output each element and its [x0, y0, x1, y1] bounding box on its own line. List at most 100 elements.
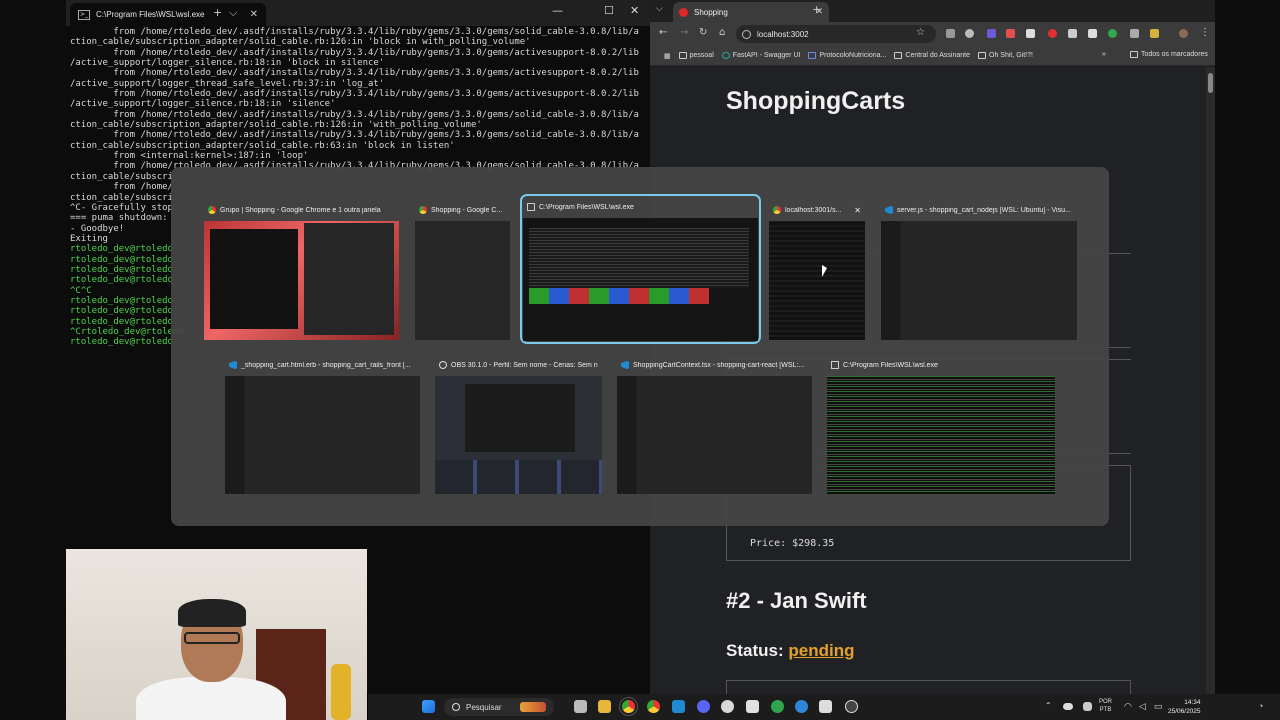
- back-icon[interactable]: ←: [659, 27, 667, 38]
- bookmark-central[interactable]: Central do Assinante: [894, 52, 970, 59]
- terminal-line: ction_cable/subscription_adapter/solid_c…: [70, 120, 482, 131]
- switcher-window-title: C:\Program Files\WSL\wsl.exe: [843, 361, 938, 369]
- close-icon[interactable]: ✕: [250, 9, 258, 20]
- volume-icon[interactable]: ◁: [1139, 702, 1146, 711]
- apps-grid-icon[interactable]: ▦: [664, 52, 671, 60]
- extension-icon[interactable]: [1108, 29, 1117, 38]
- chevron-up-icon[interactable]: ⌃: [1045, 702, 1052, 710]
- app-icon[interactable]: [746, 700, 759, 713]
- terminal-line: /active_support/logger_silence.rb:18:in …: [70, 58, 385, 69]
- all-bookmarks[interactable]: Todos os marcadores: [1130, 51, 1208, 58]
- chrome-icon: [419, 206, 427, 214]
- clock-time: 14:34: [1184, 699, 1201, 706]
- desktop-background-right: [1215, 0, 1280, 720]
- window-preview: [827, 376, 1055, 494]
- extension-icon[interactable]: [946, 29, 955, 38]
- tab-search-icon[interactable]: ⌵: [656, 4, 663, 14]
- address-bar[interactable]: localhost:3002: [736, 25, 936, 43]
- extension-icon[interactable]: [965, 29, 974, 38]
- mouse-cursor: [822, 265, 827, 277]
- scrollbar-thumb[interactable]: [1208, 73, 1213, 93]
- extension-icon[interactable]: [1048, 29, 1057, 38]
- terminal-icon[interactable]: [819, 700, 832, 713]
- minimize-button[interactable]: —: [552, 4, 563, 17]
- switcher-window-7[interactable]: ShoppingCartContext.tsx - shopping-cart-…: [617, 355, 812, 494]
- terminal-icon: [831, 361, 839, 369]
- window-preview: [523, 218, 758, 341]
- start-icon[interactable]: [422, 700, 435, 713]
- app-icon[interactable]: [721, 700, 734, 713]
- extension-icon[interactable]: [987, 29, 996, 38]
- switcher-window-2[interactable]: C:\Program Files\WSL\wsl.exe: [520, 194, 761, 344]
- edit-icon[interactable]: [1150, 29, 1159, 38]
- page-icon: [978, 52, 986, 59]
- notification-icon[interactable]: ◔: [1258, 702, 1263, 711]
- clock[interactable]: 14:34 25/06/2025: [1168, 698, 1201, 716]
- battery-icon[interactable]: ▭: [1154, 702, 1163, 711]
- browser-tab-shopping[interactable]: Shopping ✕: [673, 2, 829, 22]
- menu-dots-icon[interactable]: ⋮: [1200, 27, 1210, 38]
- bookmark-protocolo[interactable]: ProtocoloNutriciona...: [808, 52, 886, 59]
- close-icon[interactable]: ✕: [854, 206, 861, 215]
- switcher-window-4[interactable]: server.js - shopping_cart_nodejs [WSL: U…: [881, 200, 1077, 340]
- close-window-button[interactable]: ✕: [630, 4, 639, 17]
- taskbar-search[interactable]: Pesquisar: [444, 698, 554, 716]
- switcher-window-0[interactable]: Grupo | Shopping - Google Chrome e 1 out…: [204, 200, 399, 340]
- obs-icon[interactable]: [845, 700, 858, 713]
- terminal-line: ction_cable/subscription_adapter/solid_c…: [70, 140, 455, 151]
- order-status: Status: pending: [726, 641, 854, 661]
- onedrive-icon[interactable]: [1063, 703, 1073, 710]
- vscode-icon: [229, 361, 237, 369]
- switcher-window-title: ShoppingCartContext.tsx - shopping-cart-…: [633, 361, 805, 369]
- switcher-window-3[interactable]: localhost:3001/s... ✕: [769, 200, 865, 340]
- forward-icon[interactable]: →: [680, 27, 688, 38]
- status-value[interactable]: pending: [788, 641, 854, 660]
- app-icon[interactable]: [795, 700, 808, 713]
- task-view-icon[interactable]: [574, 700, 587, 713]
- vscode-icon[interactable]: [672, 700, 685, 713]
- extension-icon[interactable]: [1088, 29, 1097, 38]
- discord-icon[interactable]: [697, 700, 710, 713]
- new-tab-button[interactable]: +: [213, 6, 222, 19]
- extension-icon[interactable]: [1026, 29, 1035, 38]
- extensions-puzzle-icon[interactable]: [1130, 29, 1139, 38]
- extension-icon[interactable]: [1068, 29, 1077, 38]
- profile-avatar[interactable]: [1179, 29, 1188, 38]
- reload-icon[interactable]: ↻: [699, 27, 707, 38]
- order-heading: #2 - Jan Swift: [726, 588, 867, 613]
- bookmark-fastapi[interactable]: FastAPI - Swagger UI: [721, 52, 800, 59]
- maximize-button[interactable]: ☐: [604, 4, 614, 17]
- tab-dropdown-button[interactable]: ⌵: [229, 6, 237, 20]
- taskbar: Pesquisar ⌃ POR PTB ◠ ◁ ▭ 14:34 25/06/20…: [368, 694, 1280, 720]
- wifi-icon[interactable]: ◠: [1124, 702, 1132, 711]
- bookmarks-bar: ▦ pessoal FastAPI - Swagger UI Protocolo…: [650, 46, 1215, 66]
- bookmark-oh-shit-git[interactable]: Oh Shit, Git!?!: [978, 52, 1033, 59]
- webcam-overlay: [66, 549, 367, 720]
- scrollbar[interactable]: [1206, 67, 1215, 694]
- switcher-window-6[interactable]: OBS 30.1.0 - Perfil: Sem nome - Cenas: S…: [435, 355, 602, 494]
- switcher-window-title: C:\Program Files\WSL\wsl.exe: [539, 203, 634, 211]
- bookmark-star-icon[interactable]: ☆: [916, 27, 925, 38]
- chrome-icon[interactable]: [619, 697, 638, 716]
- switcher-window-5[interactable]: _shopping_cart.html.erb - shopping_cart_…: [225, 355, 420, 494]
- window-preview: [617, 376, 812, 494]
- extension-icon[interactable]: [1006, 29, 1015, 38]
- tray-app-icon[interactable]: [1083, 702, 1092, 711]
- favicon-icon: [679, 7, 688, 17]
- new-tab-button[interactable]: +: [812, 3, 821, 16]
- bookmark-pessoal[interactable]: pessoal: [678, 52, 714, 59]
- switcher-window-1[interactable]: Shopping - Google C...: [415, 200, 510, 340]
- page-title: ShoppingCarts: [726, 87, 906, 115]
- language-indicator[interactable]: POR PTB: [1099, 698, 1112, 714]
- chrome-icon[interactable]: [647, 700, 660, 713]
- terminal-line: from /home/rtoledo_dev/.asdf/installs/ru…: [70, 68, 639, 79]
- grammarly-icon[interactable]: [771, 700, 784, 713]
- site-info-icon[interactable]: [742, 29, 751, 39]
- webcam-person-glasses: [184, 632, 240, 644]
- home-icon[interactable]: ⌂: [719, 27, 725, 38]
- webcam-background-figure: [331, 664, 351, 720]
- switcher-window-8[interactable]: C:\Program Files\WSL\wsl.exe: [827, 355, 1055, 494]
- bookmarks-overflow-button[interactable]: »: [1102, 51, 1106, 58]
- page-icon: [894, 52, 903, 59]
- file-explorer-icon[interactable]: [598, 700, 611, 713]
